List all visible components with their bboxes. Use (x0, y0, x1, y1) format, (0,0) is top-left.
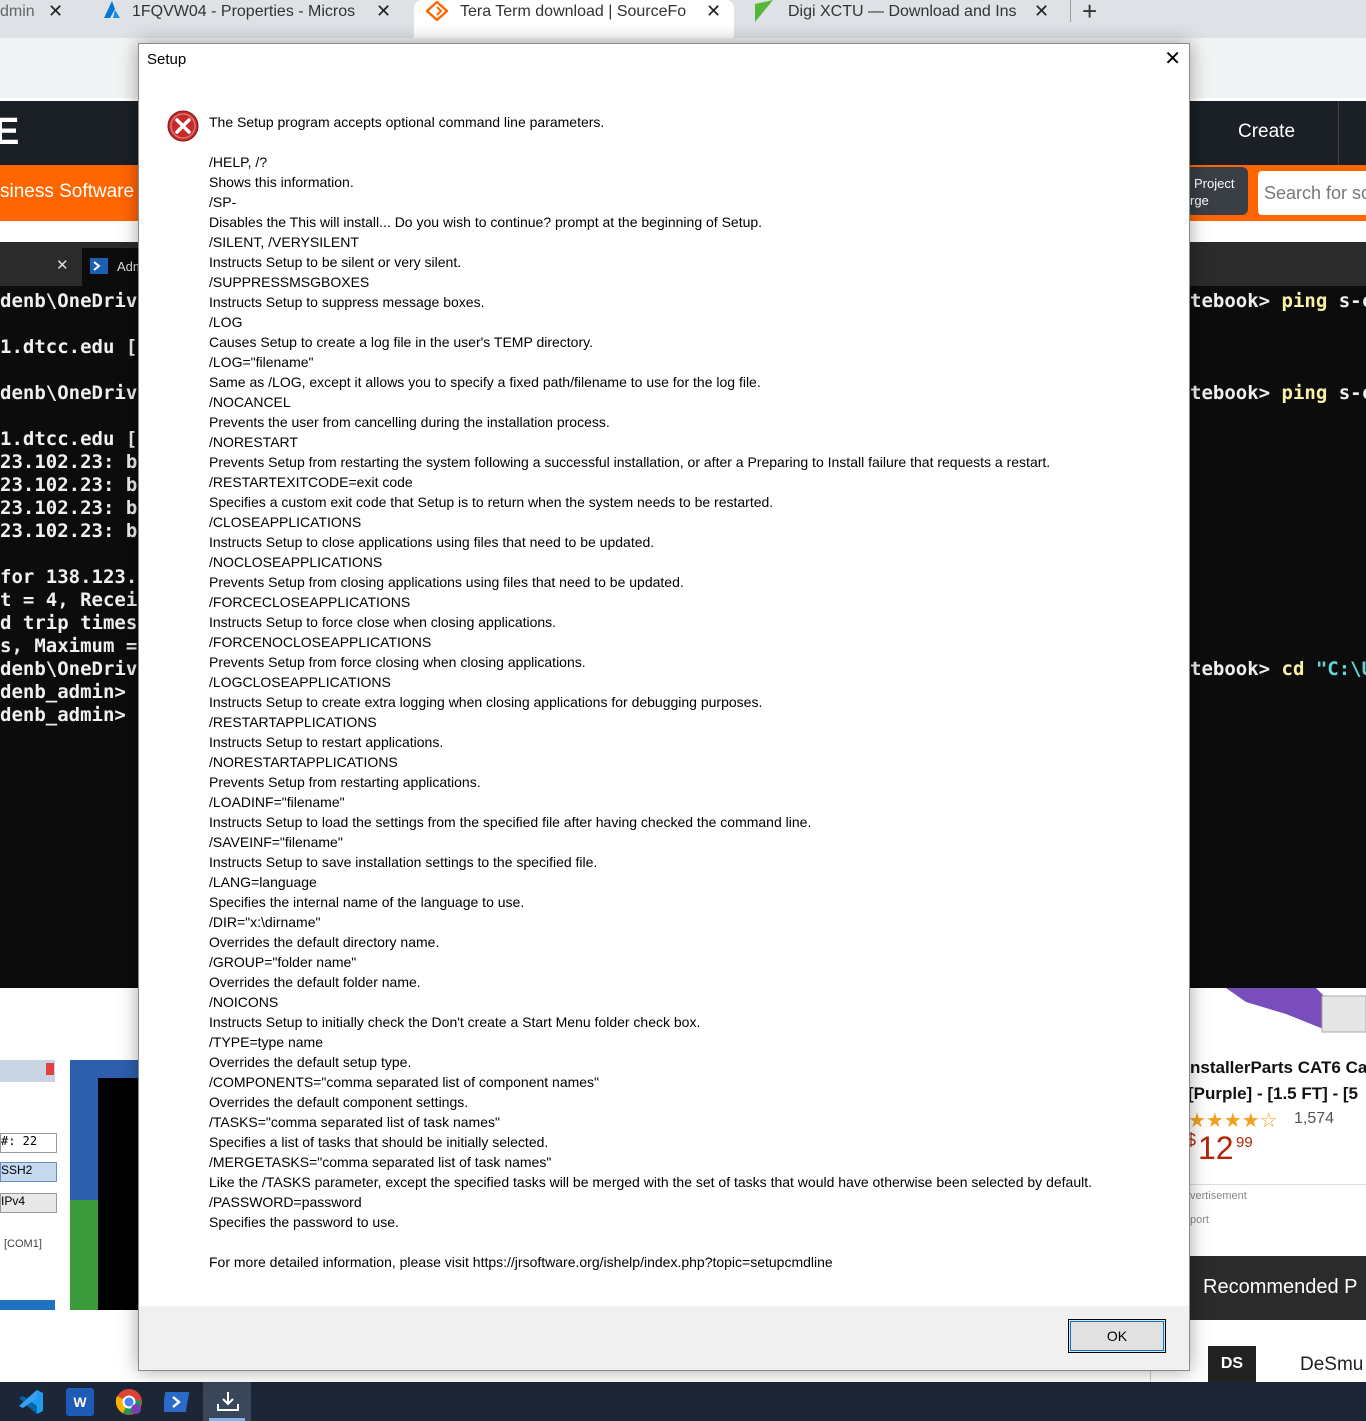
tab-title: dmin (0, 3, 35, 20)
price-cents: 99 (1236, 1134, 1253, 1151)
dialog-title: Setup (147, 51, 187, 68)
terminal-line: 23.102.23: by (0, 497, 149, 519)
prompt-text: tebook> (1190, 382, 1282, 404)
search-placeholder: Search for so (1264, 183, 1366, 203)
dialog-message: The Setup program accepts optional comma… (209, 114, 1092, 1270)
create-button[interactable]: Create (1238, 121, 1295, 143)
terminal-line: 1.dtcc.edu [1 (0, 336, 149, 358)
tab-divider (1070, 0, 1071, 22)
divider (1338, 101, 1339, 165)
azure-icon (104, 1, 120, 18)
digi-icon (755, 0, 773, 22)
com-label: [COM1] (4, 1238, 42, 1250)
close-icon[interactable]: ✕ (376, 0, 391, 22)
tab-title: Digi XCTU — Download and Ins (788, 3, 1017, 20)
close-icon[interactable]: ✕ (56, 256, 69, 274)
terminal-line: d trip times (0, 612, 138, 634)
command-text: ping (1281, 382, 1328, 404)
command-text: cd (1281, 658, 1305, 680)
divider (1150, 1370, 1151, 1382)
project-label: Project (1194, 176, 1235, 191)
terminal-line: for 138.123.1 (0, 566, 149, 588)
ssh-option: SSH2 (0, 1162, 57, 1182)
product-title[interactable]: nstallerParts CAT6 Ca (1190, 1058, 1366, 1078)
ipv4-label: IPv4 (1, 1194, 26, 1208)
tab-title: Tera Term download | SourceFo (460, 3, 687, 20)
terminal-prompt: tebook> cd "C:\Us (1190, 658, 1366, 680)
prompt-text: tebook> (1190, 290, 1282, 312)
terminal-line: denb\OneDrive (0, 658, 149, 680)
browser-tab-strip: dmin ✕ 1FQVW04 - Properties - Micros ✕ T… (0, 0, 1366, 38)
port-label: #: 22 (1, 1134, 38, 1148)
powershell-icon[interactable] (164, 1388, 192, 1416)
terminal-prompt: tebook> ping s-c1 (1190, 382, 1366, 404)
thumbnail-grass (70, 1200, 98, 1310)
product-subtitle[interactable]: [Purple] - [1.5 FT] - [5 (1188, 1084, 1358, 1104)
sourceforge-icon (426, 1, 448, 21)
business-software-link[interactable]: siness Software (0, 181, 134, 203)
argument-text: s-c1 (1338, 382, 1366, 404)
project-button[interactable]: Project rge (1182, 167, 1248, 215)
command-text: ping (1281, 290, 1328, 312)
setup-dialog: Setup ✕ The Setup program accepts option… (138, 43, 1190, 1371)
price-main: 12 (1198, 1130, 1234, 1166)
dialog-footer: OK (139, 1306, 1189, 1370)
download-icon (217, 1392, 239, 1411)
terminal-tab-admin[interactable]: Adm (82, 248, 144, 286)
word-icon[interactable]: W (66, 1388, 94, 1416)
terminal-line: s, Maximum = (0, 635, 138, 657)
active-app-highlight[interactable] (203, 1382, 251, 1421)
project-label-2: rge (1190, 193, 1209, 208)
terminal-line: denb\OneDrive (0, 382, 149, 404)
sf-logo-fragment: E (0, 111, 20, 153)
argument-text: "C:\Us (1315, 658, 1366, 680)
terminal-line: t = 4, Receiv (0, 589, 149, 611)
tab-digi-xctu[interactable]: Digi XCTU — Download and Ins ✕ (748, 0, 1064, 38)
tab-admin[interactable]: dmin ✕ (0, 0, 88, 38)
recommended-header: Recommended P (1190, 1256, 1366, 1320)
terminal-prompt: tebook> ping s-c1 (1190, 290, 1366, 312)
argument-text: s-c1 (1338, 290, 1366, 312)
terminal-line: 1.dtcc.edu [1 (0, 428, 149, 450)
close-icon[interactable]: ✕ (48, 0, 63, 22)
ipv4-option: IPv4 (0, 1193, 57, 1213)
tab-properties[interactable]: 1FQVW04 - Properties - Micros ✕ (100, 0, 410, 38)
thumbnail-content (98, 1078, 140, 1310)
screenshot-thumbnail (70, 1060, 140, 1310)
tab-title: 1FQVW04 - Properties - Micros (132, 3, 356, 20)
chrome-icon[interactable] (115, 1388, 143, 1416)
divider (1190, 1184, 1366, 1185)
page-lower-left: #: 22 SSH2 IPv4 [COM1] (0, 988, 140, 1388)
desmume-logo: DS (1208, 1346, 1256, 1382)
powershell-icon (90, 258, 108, 274)
recommended-title: Recommended P (1203, 1276, 1358, 1298)
desmume-link[interactable]: DeSmu (1300, 1354, 1363, 1376)
thumb-bar (0, 1300, 55, 1310)
error-icon (167, 110, 199, 142)
new-tab-button[interactable]: + (1082, 0, 1097, 27)
prompt-text: tebook> (1190, 658, 1282, 680)
vscode-icon[interactable] (17, 1388, 45, 1416)
advertisement-label: vertisement (1190, 1190, 1247, 1202)
search-input[interactable]: Search for so (1258, 171, 1366, 215)
terminal-line: denb_admin> (0, 704, 126, 726)
page-lower-right: nstallerParts CAT6 Ca [Purple] - [1.5 FT… (1186, 988, 1366, 1388)
port-field: #: 22 (0, 1133, 57, 1153)
terminal-line: 23.102.23: by (0, 474, 149, 496)
tab-tera-term[interactable]: Tera Term download | SourceFo ✕ (414, 0, 734, 38)
close-icon[interactable]: ✕ (1034, 0, 1049, 22)
close-icon (46, 1063, 54, 1075)
ok-button[interactable]: OK (1068, 1319, 1166, 1353)
report-link[interactable]: port (1190, 1214, 1209, 1226)
terminal-line: denb_admin> . (0, 681, 149, 703)
review-count[interactable]: 1,574 (1294, 1110, 1334, 1128)
close-icon[interactable]: ✕ (706, 0, 721, 22)
terminal-line: 23.102.23: by (0, 451, 149, 473)
close-button[interactable]: ✕ (1164, 46, 1181, 71)
ssh-label: SSH2 (1, 1163, 33, 1177)
cable-image (1226, 988, 1366, 1033)
terminal-line: 23.102.23: by (0, 520, 149, 542)
terminal-line: denb\OneDrive (0, 290, 149, 312)
